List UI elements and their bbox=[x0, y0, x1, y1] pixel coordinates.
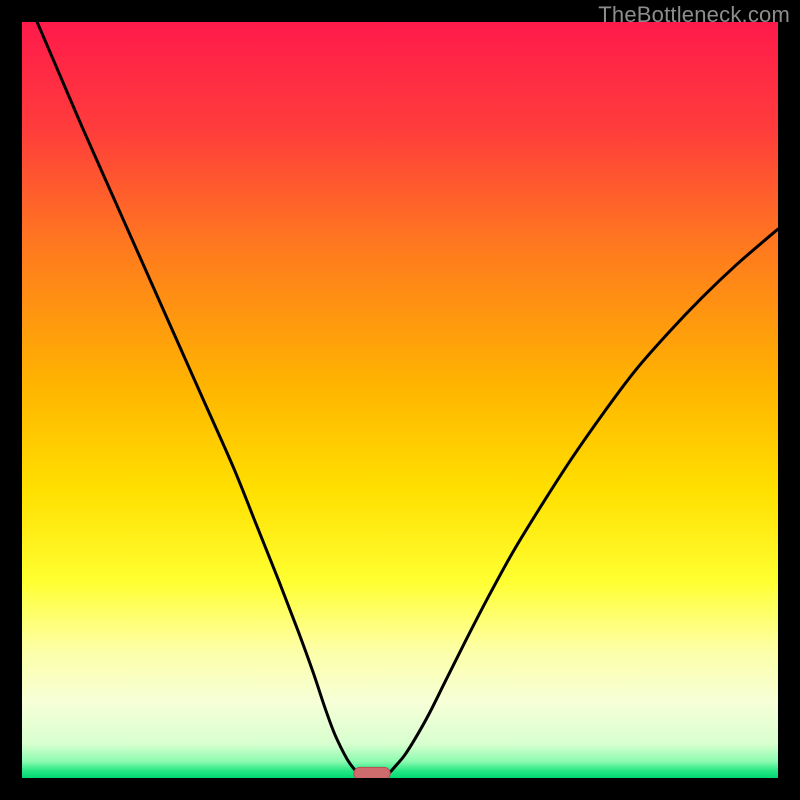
chart-frame bbox=[22, 22, 778, 778]
gradient-background bbox=[22, 22, 778, 778]
bottleneck-chart bbox=[22, 22, 778, 778]
watermark-text: TheBottleneck.com bbox=[598, 2, 790, 28]
optimal-marker bbox=[354, 767, 390, 778]
